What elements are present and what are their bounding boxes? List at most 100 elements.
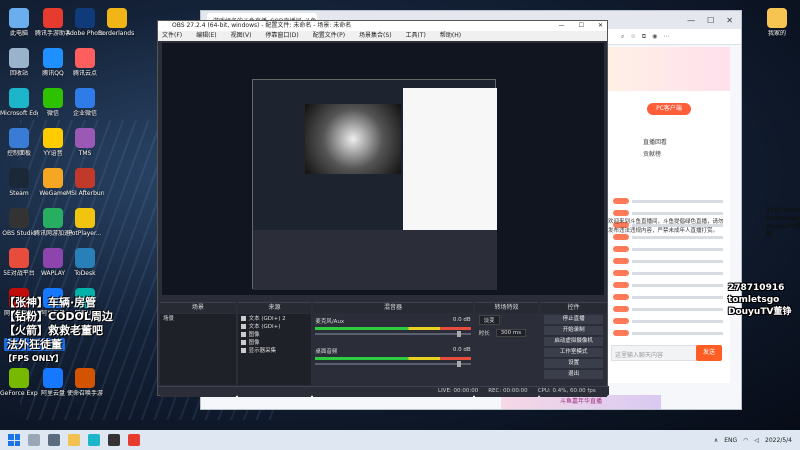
- menu-item[interactable]: 配置文件(P): [313, 31, 345, 41]
- desktop-icon[interactable]: Microsoft Edge: [0, 84, 38, 117]
- sources-title: 来源: [237, 303, 312, 313]
- live-timer: LIVE: 00:00:00: [438, 388, 479, 394]
- source-item[interactable]: 文本 (GDI+): [238, 322, 312, 330]
- cpu-fps: CPU: 0.4%, 60.00 fps: [537, 388, 596, 394]
- more-icon[interactable]: ⋯: [663, 33, 669, 40]
- tab-contribution[interactable]: 贡献榜: [643, 149, 661, 158]
- app-icon: [9, 248, 29, 268]
- desktop-icon[interactable]: PotPlayer...: [66, 204, 104, 237]
- chevron-up-icon[interactable]: ∧: [714, 437, 718, 444]
- chat-message: [613, 209, 723, 217]
- menu-item[interactable]: 场景集合(S): [359, 31, 392, 41]
- douyu-icon[interactable]: [128, 434, 140, 446]
- fan-badge-icon: [613, 330, 629, 336]
- search-icon[interactable]: [28, 434, 40, 446]
- obs-preview[interactable]: [162, 43, 604, 295]
- source-item[interactable]: 图像: [238, 330, 312, 338]
- desktop-icon[interactable]: 此电脑: [0, 4, 38, 37]
- close-icon[interactable]: ✕: [598, 21, 603, 31]
- app-icon: [75, 168, 95, 188]
- clock[interactable]: 2022/5/4: [765, 437, 792, 444]
- source-label: 文本 (GDI+) 2: [248, 316, 286, 322]
- volume-slider[interactable]: [315, 361, 471, 367]
- desktop-icon[interactable]: MSI Afterburner: [66, 164, 104, 197]
- control-button[interactable]: 开始录制: [544, 326, 604, 335]
- app-icon: [9, 88, 29, 108]
- obs-icon[interactable]: [108, 434, 120, 446]
- search-icon[interactable]: ⌕: [621, 33, 624, 41]
- chat-message: [613, 269, 723, 277]
- obs-window-controls: — ☐ ✕: [559, 21, 603, 31]
- obs-title: OBS 27.2.4 (64-bit, windows) - 配置文件: 未命名…: [172, 22, 352, 29]
- minimize-icon[interactable]: —: [687, 16, 695, 25]
- desktop-icon-right[interactable]: 我家的: [758, 4, 796, 37]
- sources-list: 文本 (GDI+) 2 文本 (GDI+) 图像 图像 显示器采集: [237, 314, 312, 385]
- file-explorer-icon[interactable]: [68, 434, 80, 446]
- star-icon[interactable]: ☆: [630, 33, 635, 40]
- desktop-icon[interactable]: ToDesk: [66, 244, 104, 277]
- desktop-icon[interactable]: Borderlands 3: [98, 4, 136, 37]
- nested-browser: [403, 88, 497, 230]
- app-icon: [107, 8, 127, 28]
- desktop-icon[interactable]: 回收站: [0, 44, 38, 77]
- desktop-icon[interactable]: GeForce Experience: [0, 364, 38, 397]
- control-button[interactable]: 工作室模式: [544, 348, 604, 357]
- menu-item[interactable]: 停靠窗口(D): [265, 31, 298, 41]
- tray-lang[interactable]: ENG: [724, 437, 737, 444]
- control-button[interactable]: 设置: [544, 359, 604, 368]
- desktop-icon[interactable]: 企业微信: [66, 84, 104, 117]
- channel-name: 桌面音频: [315, 349, 338, 355]
- app-icon: [75, 248, 95, 268]
- desktop-icon-label: 此电脑: [9, 30, 28, 37]
- source-type-icon: [240, 331, 246, 337]
- chat-text-line: [632, 211, 723, 215]
- desktop-icon[interactable]: 腾讯云点: [66, 44, 104, 77]
- wifi-icon[interactable]: ◠: [743, 437, 748, 444]
- desktop-icon[interactable]: TMS: [66, 124, 104, 157]
- menu-item[interactable]: 工具(T): [406, 31, 426, 41]
- menu-item[interactable]: 视图(V): [231, 31, 252, 41]
- overlay-line: tomletsgo: [766, 215, 800, 222]
- control-button[interactable]: 启动虚拟摄像机: [544, 337, 604, 346]
- menu-item[interactable]: 帮助(H): [440, 31, 461, 41]
- desktop-icon[interactable]: 控制面板: [0, 124, 38, 157]
- obs-statusbar: LIVE: 00:00:00 REC: 00:00:00 CPU: 0.4%, …: [158, 386, 609, 395]
- collections-icon[interactable]: ⧉: [642, 33, 646, 41]
- menu-item[interactable]: 编辑(E): [196, 31, 216, 41]
- scene-item[interactable]: 场景: [160, 314, 236, 322]
- send-button[interactable]: 发送: [696, 345, 722, 361]
- source-item[interactable]: 图像: [238, 338, 312, 346]
- desktop-icon[interactable]: 使命召唤手游: [66, 364, 104, 397]
- obs-docks: 场景 场景 + − ∧ ∨ 来源 文本 (GDI+) 2文本 (GDI+)图像图…: [158, 302, 609, 397]
- chat-message: [613, 305, 723, 313]
- source-item[interactable]: 显示器采集: [238, 346, 312, 354]
- windows-start-icon[interactable]: [8, 434, 20, 446]
- maximize-icon[interactable]: ☐: [707, 16, 714, 25]
- desktop-icon[interactable]: OBS Studio: [0, 204, 38, 237]
- source-item[interactable]: 文本 (GDI+) 2: [238, 314, 312, 322]
- close-icon[interactable]: ✕: [726, 16, 733, 25]
- tab-replay[interactable]: 直播回看: [643, 137, 667, 146]
- app-icon: [75, 8, 95, 28]
- transitions-title: 转场特效: [474, 303, 539, 313]
- desktop-icon[interactable]: Steam: [0, 164, 38, 197]
- desktop-icon[interactable]: 5E对战平台: [0, 244, 38, 277]
- minimize-icon[interactable]: —: [559, 21, 565, 31]
- volume-slider[interactable]: [315, 331, 471, 337]
- control-button[interactable]: 停止直播: [544, 315, 604, 324]
- overlay-line: 278710916: [766, 207, 800, 214]
- chat-input[interactable]: 这里输入聊天内容: [611, 345, 697, 361]
- obs-menubar: 文件(F) 编辑(E) 视图(V) 停靠窗口(D) 配置文件(P) 场景集合(S) 工具(T…: [158, 31, 607, 41]
- menu-item[interactable]: 文件(F): [162, 31, 182, 41]
- control-button[interactable]: 退出: [544, 370, 604, 379]
- edge-icon[interactable]: [88, 434, 100, 446]
- pc-client-button[interactable]: PC客户端: [647, 103, 691, 115]
- duration-input[interactable]: 300 ms: [495, 329, 527, 337]
- app-icon: [75, 208, 95, 228]
- desktop: 此电脑腾讯手游助手Adobe Photosh...Borderlands 3回收…: [0, 0, 800, 430]
- profile-icon[interactable]: ◉: [652, 33, 657, 40]
- volume-icon[interactable]: ◁: [754, 437, 759, 444]
- transition-select[interactable]: 淡变: [475, 313, 539, 327]
- task-view-icon[interactable]: [48, 434, 60, 446]
- maximize-icon[interactable]: ☐: [579, 21, 584, 31]
